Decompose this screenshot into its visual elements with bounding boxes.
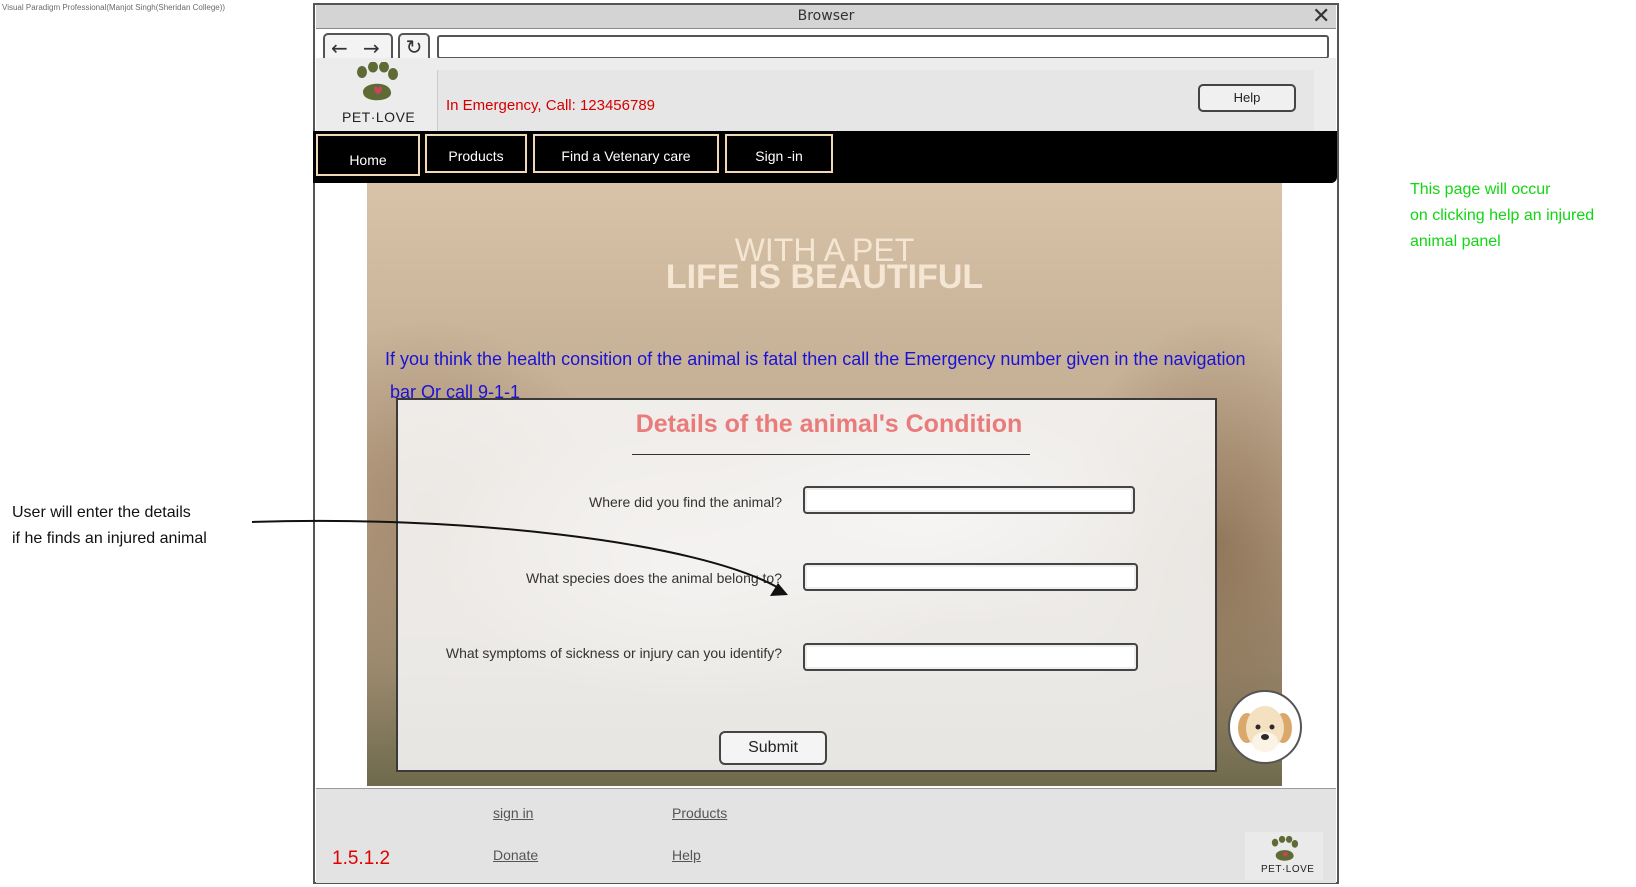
annotation-arrow [251,519,788,596]
